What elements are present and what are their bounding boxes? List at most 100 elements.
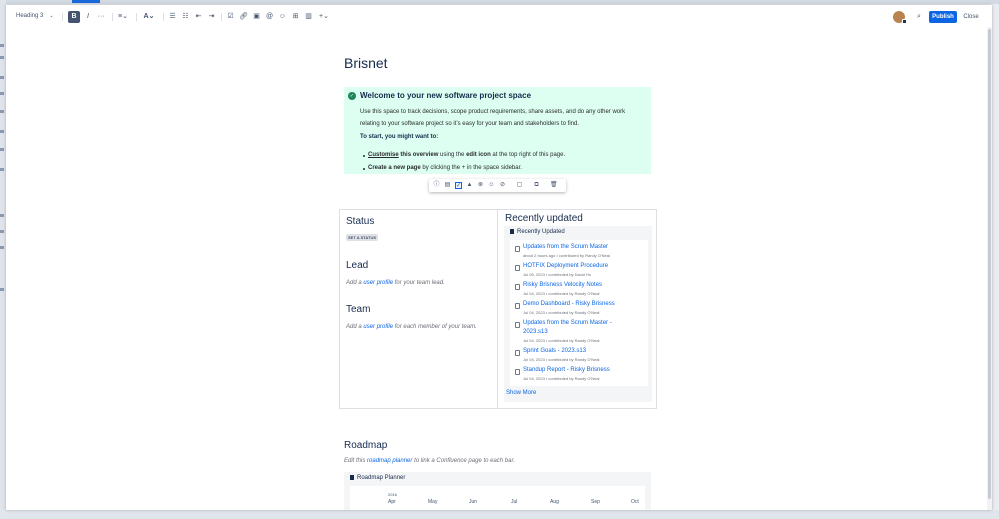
numbered-list-icon[interactable]: ☷ (181, 11, 190, 23)
page-icon (515, 246, 520, 252)
page-title[interactable]: Brisnet (344, 55, 388, 71)
roadmap-planner-macro[interactable]: Roadmap Planner 2016 Apr May Jun Jul Aug… (344, 472, 651, 510)
panel-list-item-1: Customise this overview using the edit i… (368, 152, 565, 158)
text-style-dropdown[interactable]: Heading 3 ⌄ (16, 13, 54, 19)
info-panel-icon[interactable]: ⓘ (433, 182, 440, 189)
panel-color-icon[interactable]: ▢ (516, 182, 523, 189)
item-title[interactable]: Demo Dashboard - Risky Brisness (523, 301, 615, 307)
lead-pre: Add a (346, 280, 362, 286)
indent-icon[interactable]: ⇥ (207, 11, 216, 23)
copy-icon[interactable]: ⧉ (533, 182, 540, 189)
recently-updated-list: Updates from the Scrum Master about 2 ho… (510, 240, 648, 386)
item1-text: using the (440, 152, 465, 158)
status-badge[interactable]: SET A STATUS (346, 234, 378, 241)
item1-bold2: edit icon (466, 152, 491, 158)
item1-tail: at the top right of this page. (492, 152, 566, 158)
avatar[interactable] (893, 11, 907, 24)
success-panel-icon[interactable]: ✓ (455, 182, 462, 189)
item-meta: Jul 04, 2023 • contributed by Randy O'Ne… (523, 338, 600, 343)
timeline-month: Oct (631, 499, 639, 505)
roadmap-heading: Roadmap (344, 440, 388, 451)
more-formatting-button[interactable]: ··· (95, 11, 107, 23)
bold-button[interactable]: B (68, 11, 80, 23)
layout-column-right[interactable]: Recently updated Recently Updated Update… (499, 210, 657, 408)
item1-bold: this overview (400, 152, 439, 158)
item-meta: Jul 04, 2023 • contributed by Randy O'Ne… (523, 357, 600, 362)
item-title[interactable]: Risky Brisness Velocity Notes (523, 282, 602, 288)
toolbar-divider (221, 13, 222, 21)
lead-post: for your team lead. (394, 280, 445, 286)
outdent-icon[interactable]: ⇤ (194, 11, 203, 23)
page-icon (515, 322, 520, 328)
timeline-month: Aug (550, 499, 559, 505)
mention-icon[interactable]: @ (265, 11, 274, 23)
italic-button[interactable]: I (83, 11, 93, 23)
item-meta: Jul 04, 2023 • contributed by Randy O'Ne… (523, 310, 600, 315)
team-user-profile-link[interactable]: user profile (363, 324, 393, 330)
roadmap-text: Edit this roadmap planner to link a Conf… (344, 458, 515, 464)
macro-title: Roadmap Planner (357, 475, 406, 482)
layout-column-left[interactable]: Status SET A STATUS Lead Add a user prof… (340, 210, 498, 408)
item-meta: Jul 04, 2023 • contributed by Randy O'Ne… (523, 291, 600, 296)
layout-icon[interactable]: ▥ (304, 11, 313, 23)
status-heading: Status (346, 216, 375, 227)
search-icon[interactable]: ⌕ (914, 11, 924, 23)
image-icon[interactable]: ▣ (252, 11, 261, 23)
error-panel-icon[interactable]: ⊗ (477, 182, 484, 189)
panel-list-item-2: Create a new page by clicking the + in t… (368, 165, 522, 171)
align-icon[interactable]: ≡⌄ (116, 11, 130, 23)
lead-text: Add a user profile for your team lead. (346, 280, 445, 286)
item-title[interactable]: Updates from the Scrum Master (523, 244, 608, 250)
insert-plus-icon[interactable]: +⌄ (317, 11, 331, 23)
timeline-month: May (428, 499, 438, 505)
link-icon[interactable]: 🔗︎ (239, 11, 248, 23)
lead-user-profile-link[interactable]: user profile (363, 280, 393, 286)
macro-icon (510, 229, 514, 234)
scrollbar[interactable] (987, 27, 992, 510)
custom-panel-icon[interactable]: ☺ (488, 182, 495, 189)
page-icon (515, 303, 520, 309)
publish-button[interactable]: Publish (929, 11, 957, 23)
two-column-layout[interactable]: Status SET A STATUS Lead Add a user prof… (339, 209, 657, 409)
item-title[interactable]: Sprint Goals - 2023.s13 (523, 348, 586, 354)
background-footer (0, 510, 999, 519)
item-title-continued[interactable]: 2023.s13 (523, 329, 548, 335)
item-title[interactable]: Updates from the Scrum Master - (523, 320, 612, 326)
emoji-icon[interactable]: ☺ (278, 11, 287, 23)
recently-updated-heading: Recently updated (505, 213, 583, 224)
item-meta: Jul 04, 2023 • contributed by Randy O'Ne… (523, 376, 600, 381)
customise-link[interactable]: Customise (368, 152, 399, 158)
editor-window: Heading 3 ⌄ B I ··· ≡⌄ A⌄ ☰ ☷ ⇤ ⇥ ☑ 🔗︎ ▣ … (6, 5, 992, 510)
item-title[interactable]: Standup Report - Risky Brisness (523, 367, 610, 373)
bullet-list-icon[interactable]: ☰ (168, 11, 177, 23)
text-color-icon[interactable]: A⌄ (142, 11, 156, 23)
table-icon[interactable]: ⊞ (291, 11, 300, 23)
remove-emoji-icon[interactable]: ⊘ (499, 182, 506, 189)
avatar-badge-icon (902, 19, 907, 24)
panel-subheading: To start, you might want to: (360, 134, 439, 140)
item-title[interactable]: HOTFIX Deployment Procedure (523, 263, 608, 269)
success-panel[interactable]: ✓ Welcome to your new software project s… (344, 87, 651, 174)
macro-header: Recently Updated (510, 229, 565, 235)
close-button[interactable]: Close (963, 11, 979, 23)
task-icon[interactable]: ☑ (226, 11, 235, 23)
team-post: for each member of your team. (394, 324, 477, 330)
show-more-link[interactable]: Show More (506, 390, 536, 396)
timeline-month: Jun (469, 499, 478, 505)
team-heading: Team (346, 304, 371, 315)
delete-icon[interactable]: 🗑︎ (550, 182, 558, 189)
chevron-down-icon: ⌄ (49, 13, 54, 19)
page-icon (515, 265, 520, 271)
recently-updated-macro[interactable]: Recently Updated Updates from the Scrum … (504, 226, 652, 402)
macro-icon (350, 475, 354, 480)
item2-bold: Create a new page (368, 165, 421, 171)
toolbar-divider (136, 13, 137, 21)
roadmap-pre: Edit this (344, 458, 366, 464)
lead-heading: Lead (346, 260, 369, 271)
background-topbar (0, 0, 999, 4)
scrollbar-thumb[interactable] (988, 29, 991, 499)
editor-toolbar: Heading 3 ⌄ B I ··· ≡⌄ A⌄ ☰ ☷ ⇤ ⇥ ☑ 🔗︎ ▣ … (6, 5, 992, 29)
warning-panel-icon[interactable]: ▲ (466, 182, 473, 189)
note-panel-icon[interactable]: ▤ (444, 182, 451, 189)
roadmap-planner-link[interactable]: roadmap planner (367, 458, 412, 464)
